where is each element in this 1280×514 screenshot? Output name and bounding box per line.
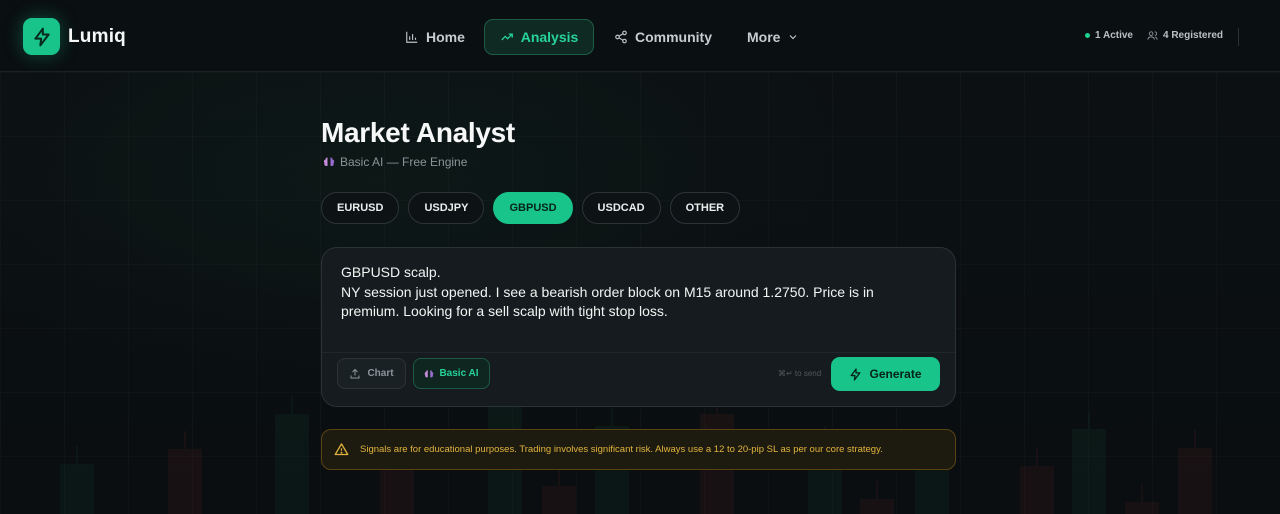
page-subtitle: Basic AI — Free Engine — [323, 155, 467, 169]
background-candle-wick — [611, 408, 613, 426]
background-candle-wick — [291, 396, 293, 414]
generate-button[interactable]: Generate — [831, 357, 940, 391]
background-candle-wick — [1088, 411, 1090, 429]
background-candle — [1125, 484, 1159, 514]
background-candle — [60, 446, 94, 514]
warning-icon — [334, 443, 349, 456]
pair-chip-other[interactable]: OTHER — [669, 192, 741, 224]
bar-chart-icon — [406, 31, 418, 43]
composer-divider — [322, 352, 955, 353]
user-icon — [1147, 31, 1158, 40]
header-divider — [1238, 28, 1239, 46]
active-users-label: 1 Active — [1095, 30, 1133, 41]
active-users-status: 1 Active — [1085, 30, 1133, 41]
pair-selector: EURUSD USDJPY GBPUSD USDCAD OTHER — [321, 192, 741, 224]
registered-users-status: 4 Registered — [1147, 30, 1223, 41]
background-candle — [275, 396, 309, 514]
background-candle-wick — [184, 431, 186, 449]
brain-icon — [425, 369, 434, 377]
page-title: Market Analyst — [321, 117, 515, 148]
nav-more-label: More — [747, 29, 781, 45]
background-candle-wick — [876, 481, 878, 499]
prompt-textarea[interactable]: GBPUSD scalp. NY session just opened. I … — [341, 263, 901, 322]
logo-icon[interactable] — [23, 18, 60, 55]
generate-label: Generate — [869, 367, 922, 381]
brain-icon — [323, 157, 335, 167]
trend-up-icon — [500, 33, 513, 41]
nav-community[interactable]: Community — [601, 19, 725, 55]
background-candle-wick — [558, 468, 560, 486]
nav-home-label: Home — [426, 29, 465, 45]
nav-more[interactable]: More — [734, 19, 812, 55]
pair-chip-eurusd[interactable]: EURUSD — [321, 192, 400, 224]
prompt-composer: GBPUSD scalp. NY session just opened. I … — [321, 247, 956, 407]
online-dot-icon — [1085, 33, 1090, 38]
model-selector-label: Basic AI — [439, 368, 479, 379]
upload-icon — [350, 368, 360, 378]
nav-home[interactable]: Home — [392, 19, 478, 55]
risk-warning-text: Signals are for educational purposes. Tr… — [360, 444, 883, 455]
background-candle — [168, 431, 202, 514]
background-candle — [860, 481, 894, 514]
background-candle-wick — [1194, 430, 1196, 448]
share-icon — [615, 30, 627, 44]
nav-community-label: Community — [635, 29, 712, 45]
subtitle-text: Basic AI — Free Engine — [340, 155, 468, 169]
background-candle-wick — [1036, 448, 1038, 466]
background-candle — [1178, 430, 1212, 514]
nav-analysis-label: Analysis — [520, 29, 579, 45]
pair-chip-usdjpy[interactable]: USDJPY — [408, 192, 485, 224]
nav-analysis[interactable]: Analysis — [484, 19, 594, 55]
background-candle-wick — [1141, 484, 1143, 502]
background-candle — [1020, 448, 1054, 514]
pair-chip-gbpusd[interactable]: GBPUSD — [493, 192, 573, 224]
upload-chart-label: Chart — [367, 368, 394, 379]
model-selector-button[interactable]: Basic AI — [413, 358, 490, 389]
background-candle-wick — [76, 446, 78, 464]
upload-chart-button[interactable]: Chart — [337, 358, 406, 389]
top-navbar: Lumiq Home Analysis Community More 1 Act… — [0, 0, 1280, 72]
background-candle — [542, 468, 576, 514]
chevron-down-icon — [790, 35, 797, 40]
registered-users-label: 4 Registered — [1163, 30, 1224, 41]
lightning-icon — [851, 367, 861, 381]
brand-name[interactable]: Lumiq — [68, 26, 126, 48]
send-shortcut-hint: ⌘↵ to send — [778, 369, 822, 378]
pair-chip-usdcad[interactable]: USDCAD — [581, 192, 661, 224]
risk-warning-banner: Signals are for educational purposes. Tr… — [321, 429, 956, 470]
background-candle — [1072, 411, 1106, 514]
